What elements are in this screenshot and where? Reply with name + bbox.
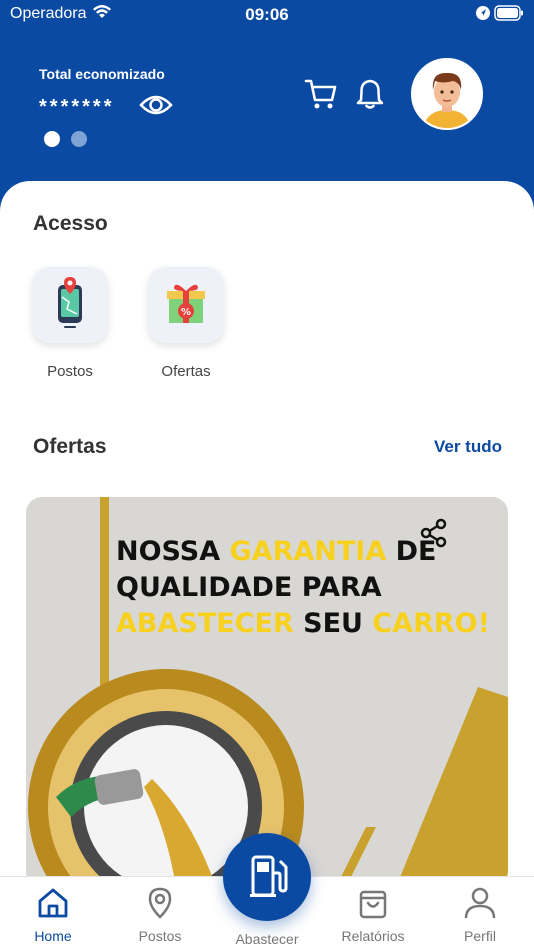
- clock: 09:06: [245, 5, 289, 24]
- tab-relatorios-label: Relatórios: [341, 928, 405, 944]
- tab-home[interactable]: Home: [3, 887, 103, 944]
- avatar[interactable]: [411, 58, 483, 130]
- cart-icon[interactable]: [304, 78, 338, 110]
- total-saved-label: Total economizado: [39, 66, 165, 82]
- postos-shortcut-label: Postos: [47, 363, 93, 380]
- tab-postos-label: Postos: [138, 928, 182, 944]
- ofertas-shortcut-button[interactable]: %: [148, 267, 224, 343]
- status-bar: Operadora 09:06: [0, 0, 534, 28]
- main-content: Acesso Postos % Ofertas Ofertas Ver tudo: [0, 181, 534, 887]
- postos-shortcut-button[interactable]: [32, 267, 108, 343]
- fuel-pump-icon: [250, 855, 288, 897]
- user-icon: [464, 887, 496, 919]
- total-saved-value: *******: [39, 96, 115, 118]
- tab-relatorios[interactable]: Relatórios: [323, 887, 423, 944]
- tab-abastecer-label: Abastecer: [235, 931, 299, 947]
- ofertas-title: Ofertas: [33, 435, 107, 458]
- svg-text:%: %: [181, 307, 191, 318]
- share-icon[interactable]: [418, 517, 450, 549]
- abastecer-fab-button[interactable]: [223, 833, 311, 921]
- home-icon: [38, 888, 68, 918]
- shopping-bag-icon: [359, 890, 387, 919]
- gift-discount-icon: %: [167, 284, 205, 323]
- tab-postos[interactable]: Postos: [110, 887, 210, 944]
- ofertas-shortcut-label: Ofertas: [161, 363, 211, 380]
- battery-icon: [494, 5, 523, 21]
- map-phone-icon: [58, 277, 82, 328]
- user-avatar-illustration-icon: [413, 60, 481, 128]
- location-arrow-icon: [476, 6, 490, 20]
- tab-perfil-label: Perfil: [464, 928, 496, 944]
- offer-banner[interactable]: NOSSA GARANTIA DE QUALIDADE PARA ABASTEC…: [26, 497, 508, 887]
- tab-home-label: Home: [34, 928, 72, 944]
- acesso-title: Acesso: [33, 212, 108, 235]
- bell-icon[interactable]: [355, 78, 385, 110]
- banner-headline: NOSSA GARANTIA DE QUALIDADE PARA ABASTEC…: [116, 536, 490, 639]
- location-pin-icon: [148, 887, 172, 919]
- carousel-dot-active[interactable]: [44, 131, 60, 147]
- carousel-dot[interactable]: [71, 131, 87, 147]
- see-all-link[interactable]: Ver tudo: [400, 437, 502, 457]
- eye-icon[interactable]: [139, 92, 173, 118]
- tab-perfil[interactable]: Perfil: [430, 887, 530, 944]
